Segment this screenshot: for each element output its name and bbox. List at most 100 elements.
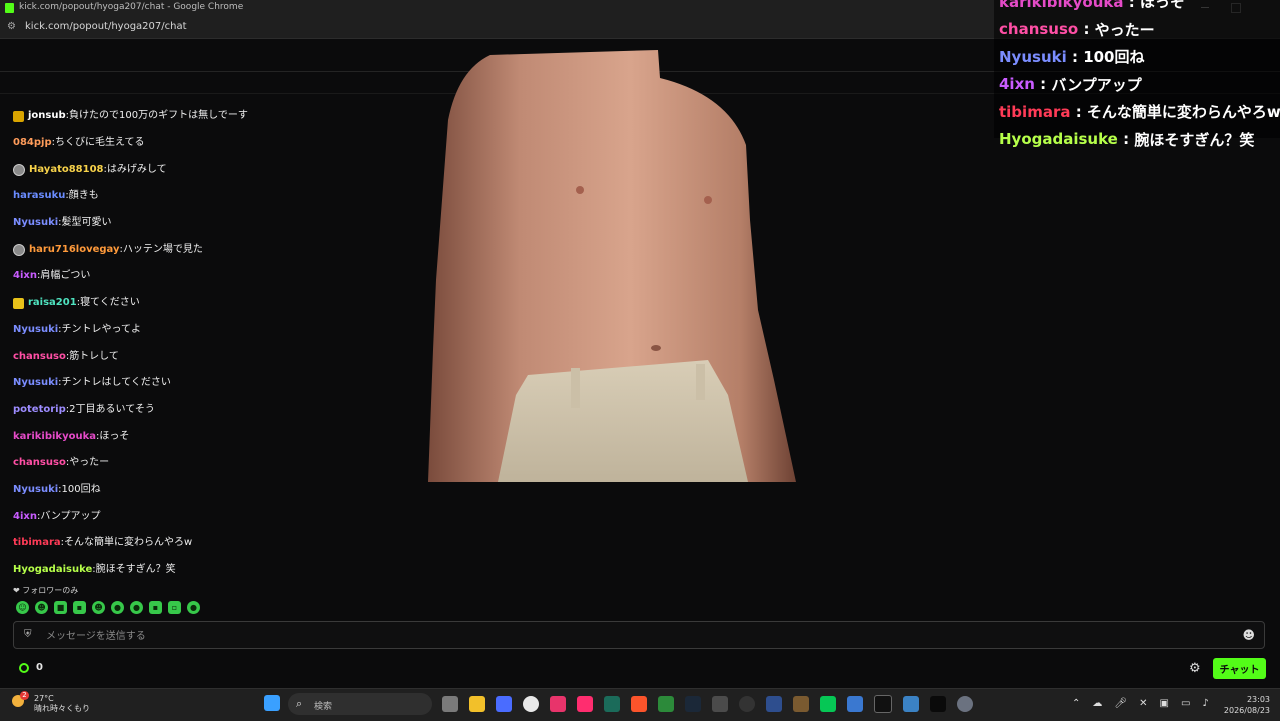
steam-icon[interactable] bbox=[685, 696, 701, 712]
tiktok-icon[interactable] bbox=[577, 696, 593, 712]
app-icon[interactable] bbox=[903, 696, 919, 712]
chat-username[interactable]: Nyusuki bbox=[13, 482, 58, 498]
overlay-username: chansuso bbox=[999, 20, 1079, 39]
chat-username[interactable]: haru716lovegay bbox=[29, 242, 120, 258]
emote-icon[interactable]: ▪ bbox=[73, 601, 86, 614]
chat-username[interactable]: Nyusuki bbox=[13, 215, 58, 231]
search-placeholder: 検索 bbox=[314, 702, 333, 712]
app-icon[interactable] bbox=[712, 696, 728, 712]
chat-username[interactable]: Hyogadaisuke bbox=[13, 562, 92, 578]
chat-username[interactable]: chansuso bbox=[13, 349, 66, 365]
onedrive-icon[interactable]: ☁ bbox=[1092, 698, 1102, 709]
chrome-icon[interactable] bbox=[523, 696, 539, 712]
app-icon[interactable] bbox=[496, 696, 512, 712]
emote-icon[interactable]: ● bbox=[187, 601, 200, 614]
start-icon[interactable] bbox=[264, 695, 280, 711]
settings-icon[interactable] bbox=[957, 696, 973, 712]
task-view-icon[interactable] bbox=[442, 696, 458, 712]
chat-message: haru716lovegay: ハッテン場で見た bbox=[13, 236, 433, 263]
mic-icon[interactable]: 🎤︎ bbox=[1114, 698, 1127, 709]
chat-username[interactable]: karikibikyouka bbox=[13, 429, 96, 445]
chat-settings-icon[interactable]: ⚙ bbox=[1189, 661, 1201, 676]
line-icon[interactable] bbox=[820, 696, 836, 712]
overlay-message: chansuso : やったー bbox=[994, 16, 1280, 44]
file-explorer-icon[interactable] bbox=[469, 696, 485, 712]
chat-message-text: バンプアップ bbox=[40, 510, 101, 522]
chat-username[interactable]: potetorip bbox=[13, 402, 66, 418]
app-icon[interactable]: ▣ bbox=[1159, 698, 1168, 709]
app-icon[interactable] bbox=[658, 696, 674, 712]
chat-message-text: 肩幅ごつい bbox=[40, 270, 91, 282]
points-icon bbox=[19, 662, 29, 673]
app-icon[interactable] bbox=[847, 696, 863, 712]
volume-icon[interactable]: ♪ bbox=[1202, 698, 1208, 709]
overlay-message-text: そんな簡単に変わらんやろw bbox=[1086, 103, 1280, 122]
chat-username[interactable]: Hayato88108 bbox=[29, 162, 104, 178]
emote-icon[interactable]: ● bbox=[130, 601, 143, 614]
emote-icon[interactable]: ● bbox=[111, 601, 124, 614]
chat-input[interactable] bbox=[44, 626, 1228, 646]
network-icon[interactable]: ▭ bbox=[1181, 698, 1190, 709]
app-icon[interactable] bbox=[604, 696, 620, 712]
overlay-username: tibimara bbox=[999, 102, 1071, 121]
chat-message: raisa201: 寝てください bbox=[13, 290, 433, 317]
chat-username[interactable]: 084pjp bbox=[13, 135, 52, 151]
unreal-icon[interactable] bbox=[874, 695, 892, 713]
chat-username[interactable]: chansuso bbox=[13, 455, 66, 471]
taskbar-clock[interactable]: 23:03 2026/08/23 bbox=[1224, 694, 1270, 716]
separator: : bbox=[1034, 75, 1052, 94]
channel-points[interactable]: 0 bbox=[19, 662, 43, 673]
emote-icon[interactable]: ■ bbox=[54, 601, 67, 614]
chevron-up-icon[interactable]: ⌃ bbox=[1072, 698, 1080, 709]
chat-message: 084pjp: ちくびに毛生えてる bbox=[13, 130, 433, 157]
chat-username[interactable]: Nyusuki bbox=[13, 375, 58, 391]
chat-username[interactable]: raisa201 bbox=[28, 295, 77, 311]
close-icon[interactable]: ✕ bbox=[1139, 698, 1147, 709]
search-icon: ⌕ bbox=[296, 697, 303, 710]
user-avatar-icon bbox=[13, 243, 25, 256]
follower-only-label: フォロワーのみ bbox=[22, 586, 79, 595]
emote-icon[interactable]: ☺ bbox=[16, 601, 29, 614]
emote-icon[interactable]: ▫ bbox=[168, 601, 181, 614]
url-text: kick.com/popout/hyoga207/chat bbox=[25, 21, 187, 32]
chat-username[interactable]: Nyusuki bbox=[13, 322, 58, 338]
chat-username[interactable]: jonsub bbox=[28, 108, 66, 124]
chat-message-text: 腕ほそすぎん？笑 bbox=[95, 564, 176, 576]
app-icon[interactable] bbox=[930, 696, 946, 712]
overlay-message: Nyusuki : 100回ね bbox=[994, 43, 1280, 71]
emote-icon[interactable]: ☻ bbox=[35, 601, 48, 614]
chat-username[interactable]: 4ixn bbox=[13, 509, 37, 525]
points-value: 0 bbox=[36, 662, 43, 673]
chat-message-text: ハッテン場で見た bbox=[122, 243, 203, 255]
obs-icon[interactable] bbox=[739, 696, 755, 712]
chat-message: Nyusuki: チントレはしてください bbox=[13, 370, 433, 397]
overlay-username: karikibikyouka bbox=[999, 0, 1124, 11]
chat-message: Hyogadaisuke: 腕ほそすぎん？笑 bbox=[13, 557, 433, 584]
emoji-picker-icon[interactable]: ☻ bbox=[1242, 628, 1255, 642]
taskbar-search[interactable]: ⌕ 検索 bbox=[288, 693, 432, 715]
overlay-username: 4ixn bbox=[999, 75, 1035, 94]
chat-username[interactable]: tibimara bbox=[13, 535, 61, 551]
chat-message-text: チントレはしてください bbox=[61, 377, 171, 389]
site-info-icon[interactable]: ⚙ bbox=[7, 21, 16, 32]
chat-username[interactable]: 4ixn bbox=[13, 268, 37, 284]
app-icon[interactable] bbox=[766, 696, 782, 712]
emote-icon[interactable]: ▪ bbox=[149, 601, 162, 614]
chat-username[interactable]: harasuku bbox=[13, 188, 65, 204]
send-chat-button[interactable]: チャット bbox=[1213, 658, 1266, 679]
emote-icon[interactable]: ☻ bbox=[92, 601, 105, 614]
app-icon[interactable] bbox=[550, 696, 566, 712]
chat-message: tibimara: そんな簡単に変わらんやろw bbox=[13, 530, 433, 557]
brave-icon[interactable] bbox=[631, 696, 647, 712]
chat-message: jonsub: 負けたので100万のギフトは無しでーす bbox=[13, 103, 433, 130]
overlay-message-text: 腕ほそすぎん？笑 bbox=[1134, 130, 1255, 149]
chat-input-box[interactable]: ⛨ ☻ bbox=[13, 621, 1265, 649]
chat-message-text: ほっそ bbox=[99, 430, 130, 442]
chat-message: Nyusuki: 100回ね bbox=[13, 477, 433, 504]
overlay-message-text: ほっそ bbox=[1139, 0, 1185, 12]
minecraft-icon[interactable] bbox=[793, 696, 809, 712]
overlay-message-text: やったー bbox=[1094, 20, 1155, 39]
chat-message: harasuku: 顔きも bbox=[13, 183, 433, 210]
overlay-username: Hyogadaisuke bbox=[999, 130, 1118, 149]
chat-message-list: jonsub: 負けたので100万のギフトは無しでーす 084pjp: ちくびに毛… bbox=[13, 103, 433, 583]
